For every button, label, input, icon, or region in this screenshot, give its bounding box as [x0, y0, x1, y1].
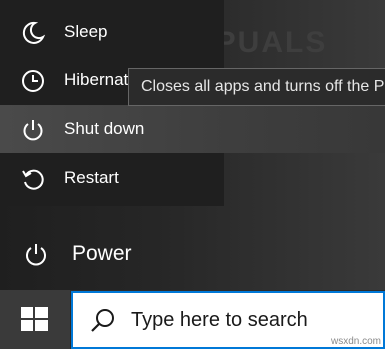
- hibernate-label: Hibernate: [64, 70, 128, 89]
- restart-icon: [22, 169, 44, 190]
- clock-icon: [22, 70, 44, 92]
- search-placeholder: Type here to search: [131, 309, 308, 331]
- power-icon: [26, 244, 46, 266]
- shut-down-label: Shut down: [64, 119, 145, 138]
- taskbar: Type here to search wsxdn.com: [0, 290, 385, 349]
- sleep-item[interactable]: Sleep: [0, 8, 224, 56]
- start-button[interactable]: [0, 290, 70, 349]
- hibernate-item[interactable]: Hibernate: [0, 56, 128, 104]
- restart-label: Restart: [64, 168, 119, 187]
- power-icon: [23, 120, 43, 141]
- search-icon: [91, 309, 114, 332]
- tooltip-text: Closes all apps and turns off the PC.: [141, 78, 385, 95]
- power-button[interactable]: Power: [0, 230, 385, 278]
- windows-logo-icon: [21, 307, 48, 331]
- restart-item[interactable]: Restart: [0, 154, 224, 202]
- power-label: Power: [72, 242, 132, 265]
- start-menu: APPUALS Sleep Hibernate Shut down: [0, 0, 385, 290]
- credit-watermark: wsxdn.com: [330, 336, 381, 347]
- tooltip: Closes all apps and turns off the PC.: [128, 68, 385, 106]
- shut-down-item[interactable]: Shut down: [0, 105, 385, 153]
- moon-icon: [22, 21, 46, 44]
- sleep-label: Sleep: [64, 22, 108, 41]
